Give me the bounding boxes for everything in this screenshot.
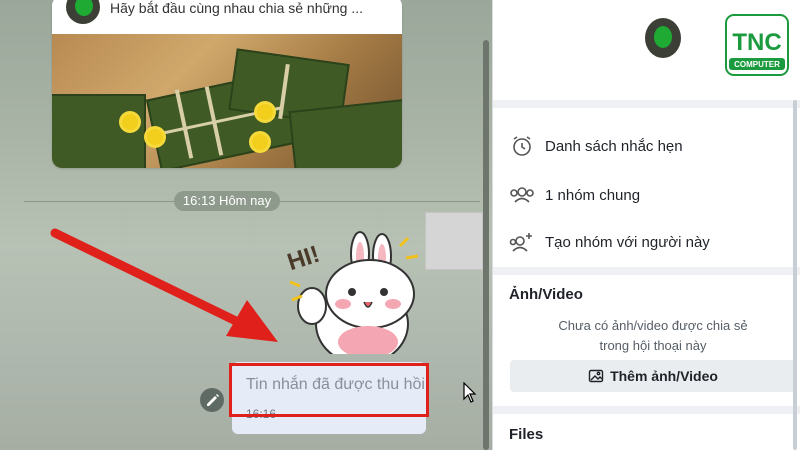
section-separator <box>493 100 800 108</box>
section-separator <box>493 406 800 414</box>
sticker-text: HI! <box>284 241 323 277</box>
flower <box>257 104 273 120</box>
image-icon <box>588 368 604 384</box>
shared-post-card[interactable]: Hãy bắt đầu cùng nhau chia sẻ những ... <box>52 0 402 168</box>
flower <box>147 129 163 145</box>
add-media-label: Thêm ảnh/Video <box>610 368 718 384</box>
menu-item-common-groups[interactable]: 1 nhóm chung <box>509 175 789 215</box>
menu-item-label: Tạo nhóm với người này <box>545 233 710 251</box>
banh-chung-leaf <box>52 94 146 168</box>
hi-bunny-sticker[interactable]: HI! <box>280 224 430 354</box>
menu-item-label: Danh sách nhắc hẹn <box>545 137 683 155</box>
mouse-cursor-icon <box>463 382 477 403</box>
post-photo[interactable] <box>52 34 402 168</box>
post-caption: Hãy bắt đầu cùng nhau chia sẻ những ... <box>110 0 363 16</box>
flower <box>252 134 268 150</box>
post-header: Hãy bắt đầu cùng nhau chia sẻ những ... <box>52 0 402 34</box>
section-separator <box>493 267 800 275</box>
red-highlight-box <box>229 363 429 417</box>
alarm-clock-icon <box>509 133 535 159</box>
post-avatar <box>66 0 100 24</box>
contact-avatar[interactable] <box>645 18 681 58</box>
logo-text: TNC <box>732 29 781 56</box>
add-group-icon <box>509 229 535 255</box>
message-thumbnail[interactable] <box>425 212 483 270</box>
media-empty-note: Chưa có ảnh/video được chia sẻ trong hội… <box>558 318 748 353</box>
conversation-info-panel: TNC COMPUTER Danh sách nhắc hẹn 1 nhóm c… <box>492 0 800 450</box>
menu-item-label: 1 nhóm chung <box>545 186 641 204</box>
media-section-title: Ảnh/Video <box>509 286 583 303</box>
logo-subtext: COMPUTER <box>734 60 780 69</box>
menu-item-reminders[interactable]: Danh sách nhắc hẹn <box>509 126 789 166</box>
group-icon <box>509 182 535 208</box>
chat-scrollbar[interactable] <box>483 40 489 450</box>
flower <box>122 114 138 130</box>
tnc-logo: TNC COMPUTER <box>725 14 789 76</box>
add-media-button[interactable]: Thêm ảnh/Video <box>510 360 796 392</box>
time-divider-label: 16:13 Hôm nay <box>174 191 280 211</box>
menu-item-create-group[interactable]: Tạo nhóm với người này <box>509 222 789 262</box>
chat-area: Hãy bắt đầu cùng nhau chia sẻ những ... … <box>0 0 492 450</box>
edit-pencil-icon[interactable] <box>200 388 224 412</box>
files-section-title: Files <box>509 426 544 443</box>
panel-scrollbar[interactable] <box>793 100 797 450</box>
